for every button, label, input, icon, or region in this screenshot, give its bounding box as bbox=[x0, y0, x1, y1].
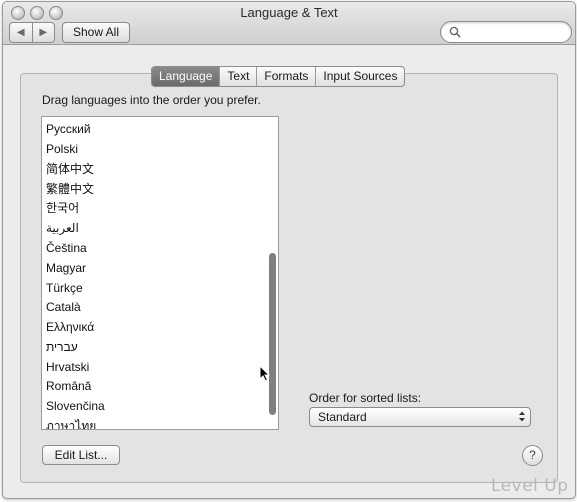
list-item[interactable]: ภาษาไทย bbox=[46, 416, 96, 429]
language-list[interactable]: Русский Polski 简体中文 繁體中文 한국어 العربية Češ… bbox=[41, 116, 279, 430]
list-item[interactable]: Polski bbox=[46, 139, 78, 159]
sort-order-label: Order for sorted lists: bbox=[309, 391, 422, 405]
list-item[interactable]: Hrvatski bbox=[46, 357, 89, 377]
popup-arrows-icon bbox=[519, 411, 525, 422]
edit-list-button[interactable]: Edit List... bbox=[42, 445, 120, 465]
tab-text[interactable]: Text bbox=[219, 67, 256, 86]
list-item[interactable]: עברית bbox=[46, 337, 78, 357]
list-item[interactable]: العربية bbox=[46, 218, 79, 238]
preferences-window: Language & Text ◀ ▶ Show All Language Te… bbox=[2, 1, 576, 499]
list-item[interactable]: Română bbox=[46, 376, 91, 396]
list-item[interactable]: Türkçe bbox=[46, 278, 83, 298]
mouse-pointer-icon bbox=[259, 365, 270, 382]
search-field[interactable] bbox=[440, 21, 572, 43]
watermark: Level Up bbox=[491, 476, 569, 496]
scrollbar-thumb[interactable] bbox=[269, 253, 276, 415]
show-all-button[interactable]: Show All bbox=[62, 22, 130, 43]
tab-language[interactable]: Language bbox=[152, 67, 220, 86]
window-title: Language & Text bbox=[240, 5, 338, 20]
sort-order-popup[interactable]: Standard bbox=[309, 407, 531, 427]
list-item[interactable]: Slovenčina bbox=[46, 396, 105, 416]
list-item[interactable]: 简体中文 bbox=[46, 159, 94, 179]
help-button[interactable]: ? bbox=[522, 445, 543, 466]
tab-input-sources[interactable]: Input Sources bbox=[315, 67, 404, 86]
list-item[interactable]: Magyar bbox=[46, 258, 86, 278]
list-item[interactable]: Русский bbox=[46, 119, 91, 139]
tab-formats[interactable]: Formats bbox=[256, 67, 315, 86]
list-item[interactable]: 繁體中文 bbox=[46, 179, 94, 199]
back-forward-control: ◀ ▶ bbox=[9, 22, 55, 43]
list-item[interactable]: Ελληνικά bbox=[46, 317, 94, 337]
title-bar: Language & Text ◀ ▶ Show All bbox=[3, 2, 575, 45]
back-button[interactable]: ◀ bbox=[10, 23, 32, 42]
sort-order-value: Standard bbox=[318, 410, 367, 424]
drag-instruction: Drag languages into the order you prefer… bbox=[42, 93, 261, 107]
list-item[interactable]: 한국어 bbox=[46, 198, 79, 218]
forward-button[interactable]: ▶ bbox=[31, 23, 55, 42]
list-item[interactable]: Čeština bbox=[46, 238, 87, 258]
list-item[interactable]: Català bbox=[46, 297, 81, 317]
tab-bar: Language Text Formats Input Sources bbox=[151, 66, 406, 87]
search-icon bbox=[449, 26, 461, 38]
